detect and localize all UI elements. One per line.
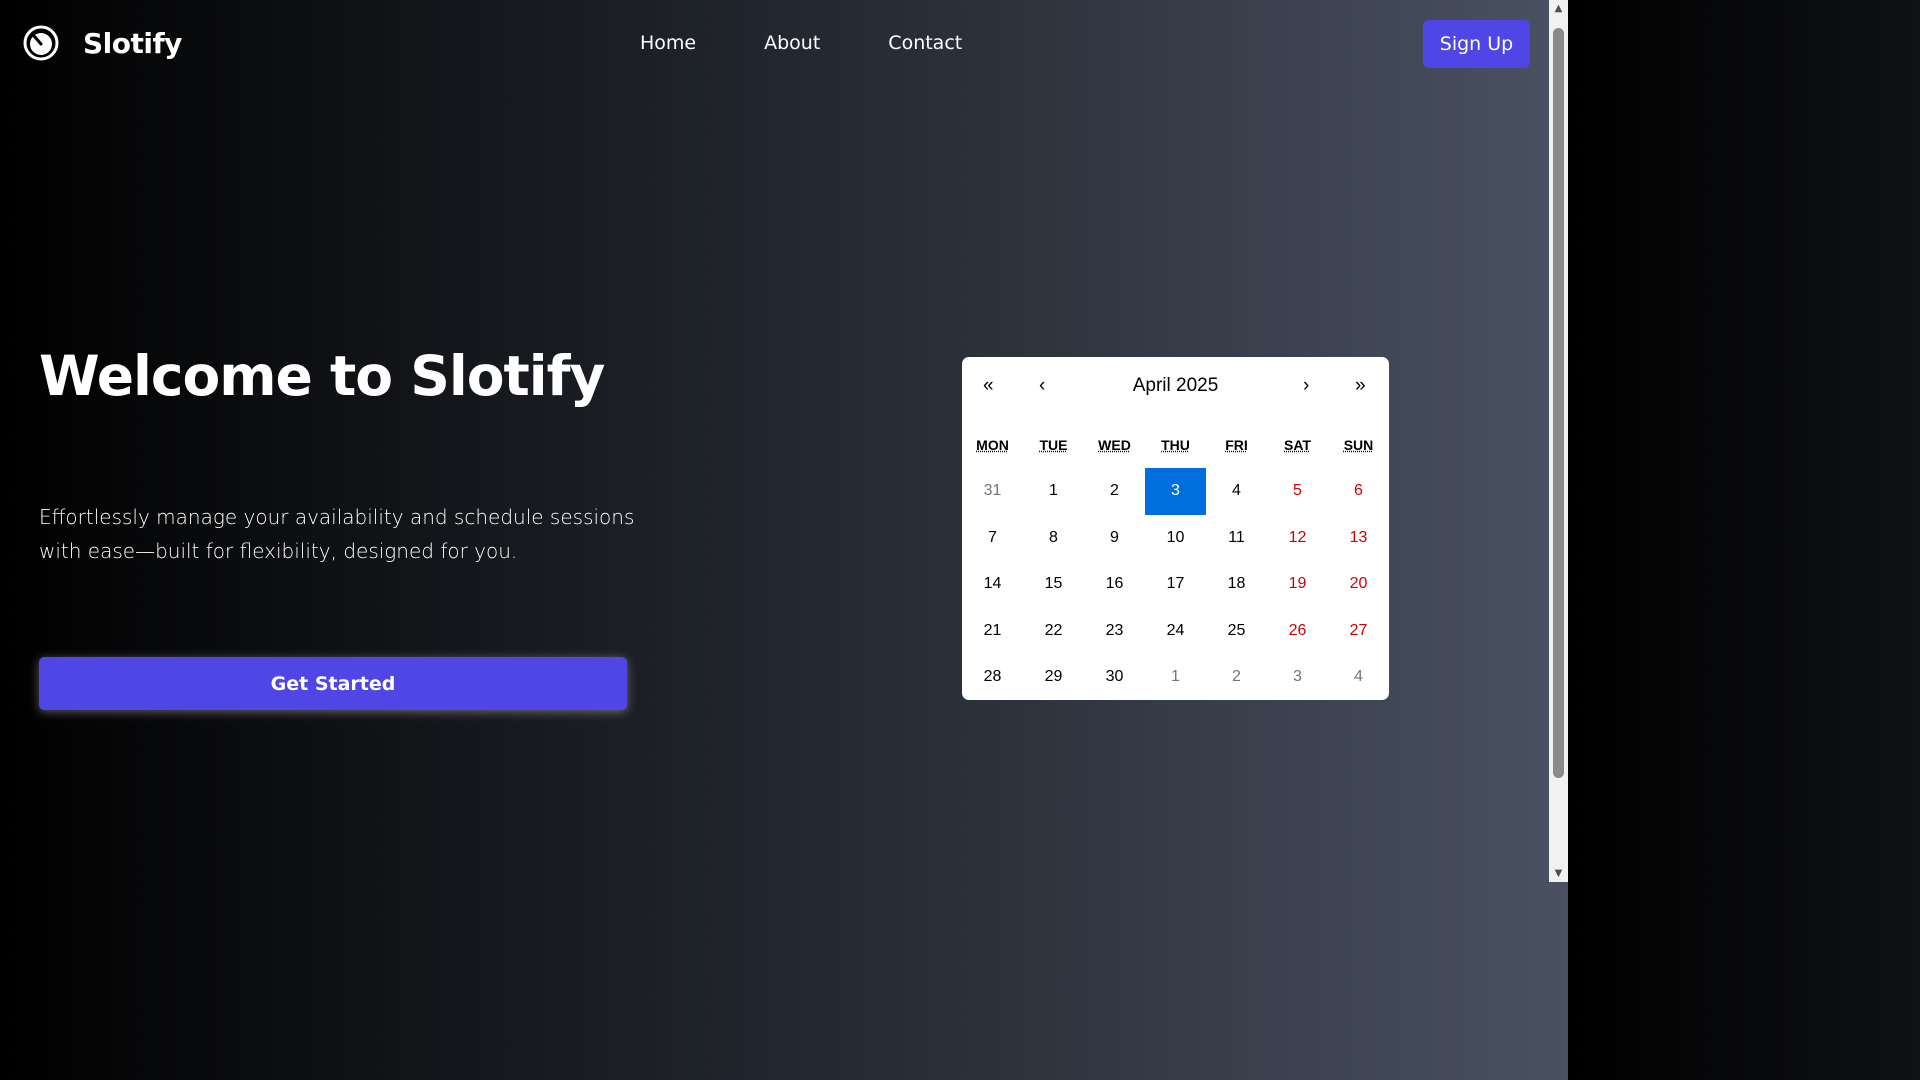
scroll-up-arrow-icon[interactable]: ▲ — [1549, 0, 1568, 17]
main-nav: Home About Contact — [640, 32, 1030, 54]
calendar-day[interactable]: 16 — [1084, 561, 1145, 608]
timer-icon — [23, 25, 59, 61]
calendar-weekdays: MON TUE WED THU FRI SAT SUN — [962, 437, 1389, 453]
get-started-button[interactable]: Get Started — [39, 657, 627, 710]
calendar-day[interactable]: 22 — [1023, 608, 1084, 655]
calendar-day[interactable]: 27 — [1328, 608, 1389, 655]
calendar-day[interactable]: 15 — [1023, 561, 1084, 608]
scrollbar-thumb[interactable] — [1553, 28, 1564, 778]
weekday-thu: THU — [1161, 437, 1190, 453]
calendar-day[interactable]: 19 — [1267, 561, 1328, 608]
calendar-day[interactable]: 4 — [1206, 468, 1267, 515]
weekday-sun: SUN — [1343, 437, 1374, 453]
calendar-day[interactable]: 17 — [1145, 561, 1206, 608]
calendar-day[interactable]: 28 — [962, 654, 1023, 701]
calendar-day[interactable]: 2 — [1084, 468, 1145, 515]
hero-title: Welcome to Slotify — [39, 344, 605, 408]
calendar-day[interactable]: 12 — [1267, 515, 1328, 562]
calendar-day[interactable]: 3 — [1267, 654, 1328, 701]
scroll-down-arrow-icon[interactable]: ▼ — [1549, 865, 1568, 882]
calendar-day[interactable]: 18 — [1206, 561, 1267, 608]
calendar-day[interactable]: 10 — [1145, 515, 1206, 562]
calendar-day[interactable]: 4 — [1328, 654, 1389, 701]
sign-up-button[interactable]: Sign Up — [1423, 20, 1530, 68]
calendar-day-selected[interactable]: 3 — [1145, 468, 1206, 515]
calendar-day[interactable]: 30 — [1084, 654, 1145, 701]
calendar-day[interactable]: 1 — [1023, 468, 1084, 515]
calendar-day[interactable]: 6 — [1328, 468, 1389, 515]
weekday-mon: MON — [976, 437, 1009, 453]
calendar-day[interactable]: 11 — [1206, 515, 1267, 562]
calendar-month-label[interactable]: April 2025 — [1102, 372, 1249, 400]
calendar-day[interactable]: 29 — [1023, 654, 1084, 701]
weekday-fri: FRI — [1225, 437, 1248, 453]
calendar-day[interactable]: 7 — [962, 515, 1023, 562]
prev-month-button[interactable]: ‹ — [1039, 372, 1045, 400]
calendar-day[interactable]: 13 — [1328, 515, 1389, 562]
prev-year-button[interactable]: « — [983, 372, 994, 400]
nav-link-home[interactable]: Home — [640, 32, 696, 54]
navbar: Slotify Home About Contact Sign Up — [0, 0, 1549, 90]
calendar-day[interactable]: 26 — [1267, 608, 1328, 655]
calendar-day[interactable]: 31 — [962, 468, 1023, 515]
weekday-wed: WED — [1098, 437, 1131, 453]
calendar-day[interactable]: 9 — [1084, 515, 1145, 562]
calendar-day[interactable]: 8 — [1023, 515, 1084, 562]
nav-link-about[interactable]: About — [764, 32, 820, 54]
calendar-day[interactable]: 21 — [962, 608, 1023, 655]
nav-link-contact[interactable]: Contact — [888, 32, 962, 54]
calendar-day[interactable]: 2 — [1206, 654, 1267, 701]
calendar-day[interactable]: 14 — [962, 561, 1023, 608]
weekday-tue: TUE — [1039, 437, 1068, 453]
next-month-button[interactable]: › — [1303, 372, 1309, 400]
calendar-day[interactable]: 25 — [1206, 608, 1267, 655]
calendar-day[interactable]: 20 — [1328, 561, 1389, 608]
weekday-sat: SAT — [1284, 437, 1311, 453]
calendar-day[interactable]: 24 — [1145, 608, 1206, 655]
hero-subtitle: Effortlessly manage your availability an… — [39, 505, 635, 563]
calendar-days-grid: 31 1 2 3 4 5 6 7 8 9 10 11 12 13 14 15 16 17 18 19 20 21 22 23 2… — [962, 468, 1389, 701]
calendar-day[interactable]: 23 — [1084, 608, 1145, 655]
next-year-button[interactable]: » — [1355, 372, 1366, 400]
calendar-day[interactable]: 5 — [1267, 468, 1328, 515]
brand-link[interactable]: Slotify — [23, 25, 182, 61]
brand-name: Slotify — [83, 26, 182, 60]
calendar-day[interactable]: 1 — [1145, 654, 1206, 701]
vertical-scrollbar[interactable]: ▲ ▼ — [1549, 0, 1568, 882]
calendar-widget: « ‹ April 2025 › » MON TUE WED THU FRI S… — [962, 357, 1389, 700]
